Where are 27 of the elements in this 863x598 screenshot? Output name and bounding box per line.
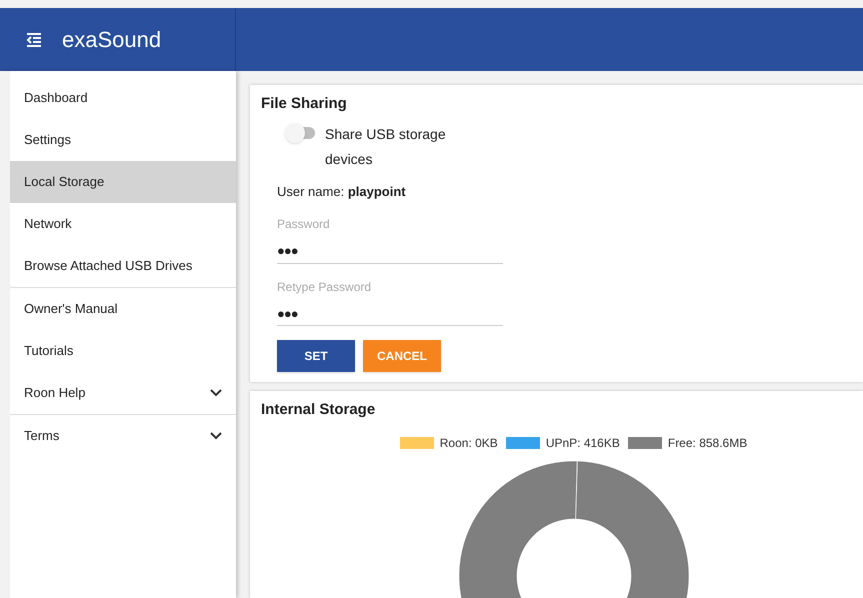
legend-label: Roon: 0KB <box>440 434 498 452</box>
sidebar-item[interactable]: Terms <box>10 415 236 457</box>
password-field[interactable]: Password ●●● <box>277 215 503 264</box>
menu-icon[interactable] <box>26 32 42 46</box>
card-title: Internal Storage <box>261 400 376 420</box>
sidebar-item[interactable]: Local Storage <box>10 161 236 203</box>
chevron-down-icon <box>210 389 222 397</box>
password-field[interactable]: Retype Password ●●● <box>277 278 503 326</box>
sidebar-item[interactable]: Tutorials <box>10 330 236 372</box>
sidebar-item[interactable]: Settings <box>10 119 236 161</box>
sidebar-item[interactable]: Browse Attached USB Drives <box>10 245 236 287</box>
app-title: exaSound <box>62 26 162 54</box>
legend-swatch <box>400 436 434 448</box>
card-title: File Sharing <box>261 94 348 114</box>
toggle-label: Share USB storage devices <box>325 124 447 168</box>
legend-swatch <box>628 436 662 448</box>
legend-swatch <box>506 436 540 448</box>
sidebar-item[interactable]: Network <box>10 203 236 245</box>
legend-label: Free: 858.6MB <box>668 434 748 452</box>
chevron-down-icon <box>210 432 222 440</box>
set-button[interactable]: SET <box>277 340 355 372</box>
user-name-text: User name: playpoint <box>276 182 406 201</box>
sidebar-item[interactable]: Roon Help <box>10 372 236 414</box>
legend-label: UPnP: 416KB <box>546 434 620 452</box>
toggle-switch[interactable] <box>285 122 317 142</box>
sidebar-item[interactable]: Dashboard <box>10 77 236 119</box>
sidebar-item[interactable]: Owner's Manual <box>10 288 236 330</box>
